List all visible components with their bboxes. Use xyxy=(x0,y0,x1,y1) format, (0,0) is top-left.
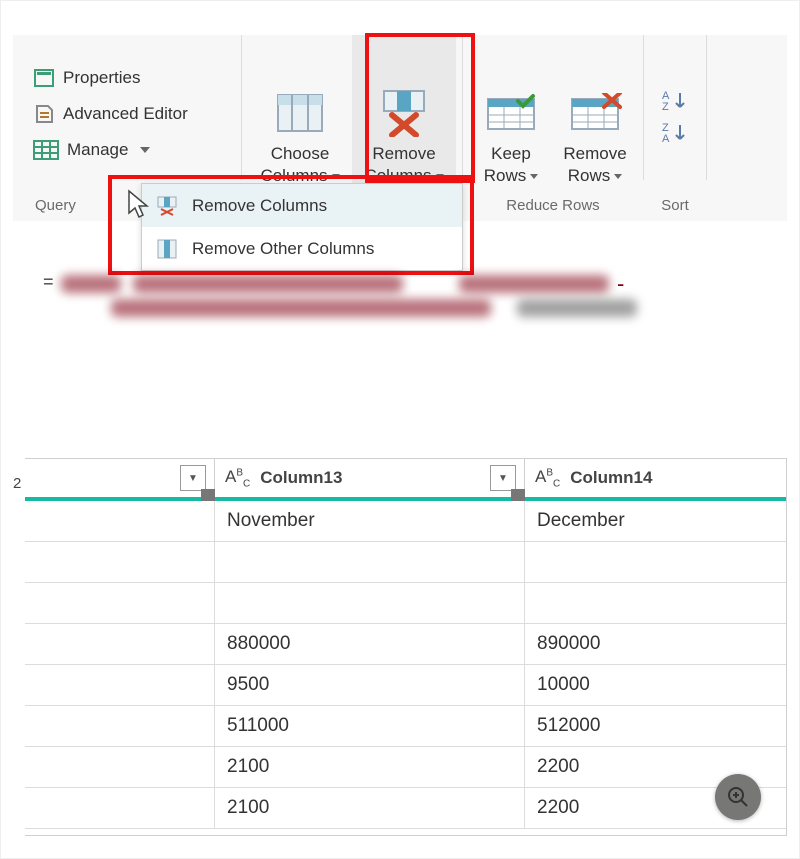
remove-columns-label-1: Remove xyxy=(372,144,435,163)
svg-text:A: A xyxy=(662,133,670,143)
advanced-editor-label: Advanced Editor xyxy=(63,104,188,124)
grid-body: NovemberDecember 880000890000950010000511… xyxy=(25,501,786,829)
cell[interactable] xyxy=(25,665,215,705)
column12-header-fragment: 2 xyxy=(13,475,21,492)
chevron-down-icon xyxy=(530,174,538,179)
cell[interactable]: 2100 xyxy=(215,788,525,828)
remove-rows-icon xyxy=(568,93,622,133)
keep-rows-button[interactable]: Keep Rows xyxy=(469,35,553,191)
menu-remove-columns[interactable]: Remove Columns xyxy=(142,184,462,227)
group-reduce-rows-label: Reduce Rows xyxy=(463,191,643,221)
cell[interactable] xyxy=(25,747,215,787)
table-row[interactable]: 21002200 xyxy=(25,788,786,829)
grid-header: ▼ ABC Column13 ▼ ABC Column14 xyxy=(25,459,786,501)
table-row[interactable]: 21002200 xyxy=(25,747,786,788)
cell[interactable]: 9500 xyxy=(215,665,525,705)
keep-rows-label-1: Keep xyxy=(491,144,531,163)
remove-columns-menu: Remove Columns Remove Other Columns xyxy=(141,183,463,271)
column-filter-button[interactable]: ▼ xyxy=(490,465,516,491)
manage-button[interactable]: Manage xyxy=(27,137,194,163)
cell[interactable] xyxy=(215,583,525,623)
cell[interactable] xyxy=(215,542,525,582)
remove-rows-button[interactable]: Remove Rows xyxy=(553,35,637,191)
chevron-down-icon xyxy=(332,174,340,179)
remove-rows-label-2: Rows xyxy=(568,166,611,185)
cell[interactable]: November xyxy=(215,501,525,541)
remove-columns-small-icon xyxy=(156,196,178,216)
cell[interactable]: 512000 xyxy=(525,706,786,746)
remove-rows-label-1: Remove xyxy=(563,144,626,163)
group-cutoff xyxy=(707,35,787,221)
group-sort: AZ ZA Sort xyxy=(644,35,706,221)
sort-asc-button[interactable]: AZ xyxy=(662,89,688,111)
table-row[interactable] xyxy=(25,542,786,583)
manage-table-icon xyxy=(33,139,59,161)
choose-columns-label-1: Choose xyxy=(271,144,330,163)
column13-label: Column13 xyxy=(260,468,342,488)
cell[interactable]: December xyxy=(525,501,786,541)
cell[interactable] xyxy=(25,624,215,664)
group-sort-label: Sort xyxy=(644,191,706,221)
cell[interactable]: 511000 xyxy=(215,706,525,746)
cutoff-label xyxy=(707,191,787,221)
column-header-14[interactable]: ABC Column14 xyxy=(525,459,786,497)
manage-label: Manage xyxy=(67,140,128,160)
menu-remove-columns-label: Remove Columns xyxy=(192,196,327,216)
remove-columns-button[interactable]: RemoveColumns xyxy=(352,35,456,191)
table-row[interactable]: 511000512000 xyxy=(25,706,786,747)
cell[interactable] xyxy=(25,501,215,541)
remove-columns-icon xyxy=(378,89,430,137)
chevron-down-icon xyxy=(140,147,150,153)
choose-columns-button[interactable]: ChooseColumns xyxy=(248,35,352,191)
chevron-down-icon xyxy=(614,174,622,179)
menu-remove-other-columns-label: Remove Other Columns xyxy=(192,239,374,259)
properties-label: Properties xyxy=(63,68,140,88)
cell[interactable]: 890000 xyxy=(525,624,786,664)
keep-rows-label-2: Rows xyxy=(484,166,527,185)
remove-other-columns-small-icon xyxy=(156,239,178,259)
column-header-13[interactable]: ABC Column13 ▼ xyxy=(215,459,525,497)
properties-button[interactable]: Properties xyxy=(27,65,194,91)
zoom-in-icon xyxy=(726,785,750,809)
group-reduce-rows: Keep Rows Remove Rows Reduce Rows xyxy=(463,35,643,221)
sort-desc-icon: ZA xyxy=(662,121,688,143)
cell[interactable]: 2100 xyxy=(215,747,525,787)
cell[interactable] xyxy=(25,542,215,582)
table-row[interactable]: NovemberDecember xyxy=(25,501,786,542)
formula-bar[interactable]: = - xyxy=(43,271,757,319)
cell[interactable] xyxy=(525,542,786,582)
properties-icon xyxy=(33,67,55,89)
keep-rows-icon xyxy=(484,93,538,133)
type-text-icon: ABC xyxy=(225,467,250,489)
column14-label: Column14 xyxy=(570,468,652,488)
formula-equals: = xyxy=(43,272,54,292)
choose-columns-icon xyxy=(274,91,326,135)
sort-desc-button[interactable]: ZA xyxy=(662,121,688,143)
cell[interactable] xyxy=(25,788,215,828)
advanced-editor-button[interactable]: Advanced Editor xyxy=(27,101,194,127)
zoom-button[interactable] xyxy=(715,774,761,820)
type-text-icon: ABC xyxy=(535,467,560,489)
table-row[interactable]: 880000890000 xyxy=(25,624,786,665)
cell[interactable] xyxy=(25,583,215,623)
table-row[interactable] xyxy=(25,583,786,624)
cell[interactable]: 10000 xyxy=(525,665,786,705)
column-header-12[interactable]: ▼ xyxy=(25,459,215,497)
column-filter-button[interactable]: ▼ xyxy=(180,465,206,491)
advanced-editor-icon xyxy=(33,103,55,125)
table-row[interactable]: 950010000 xyxy=(25,665,786,706)
sort-asc-icon: AZ xyxy=(662,89,688,111)
svg-text:Z: Z xyxy=(662,101,669,111)
chevron-down-icon xyxy=(436,174,444,179)
cell[interactable] xyxy=(25,706,215,746)
cell[interactable]: 880000 xyxy=(215,624,525,664)
menu-remove-other-columns[interactable]: Remove Other Columns xyxy=(142,227,462,270)
data-grid[interactable]: ▼ ABC Column13 ▼ ABC Column14 NovemberDe… xyxy=(25,458,787,836)
cell[interactable] xyxy=(525,583,786,623)
